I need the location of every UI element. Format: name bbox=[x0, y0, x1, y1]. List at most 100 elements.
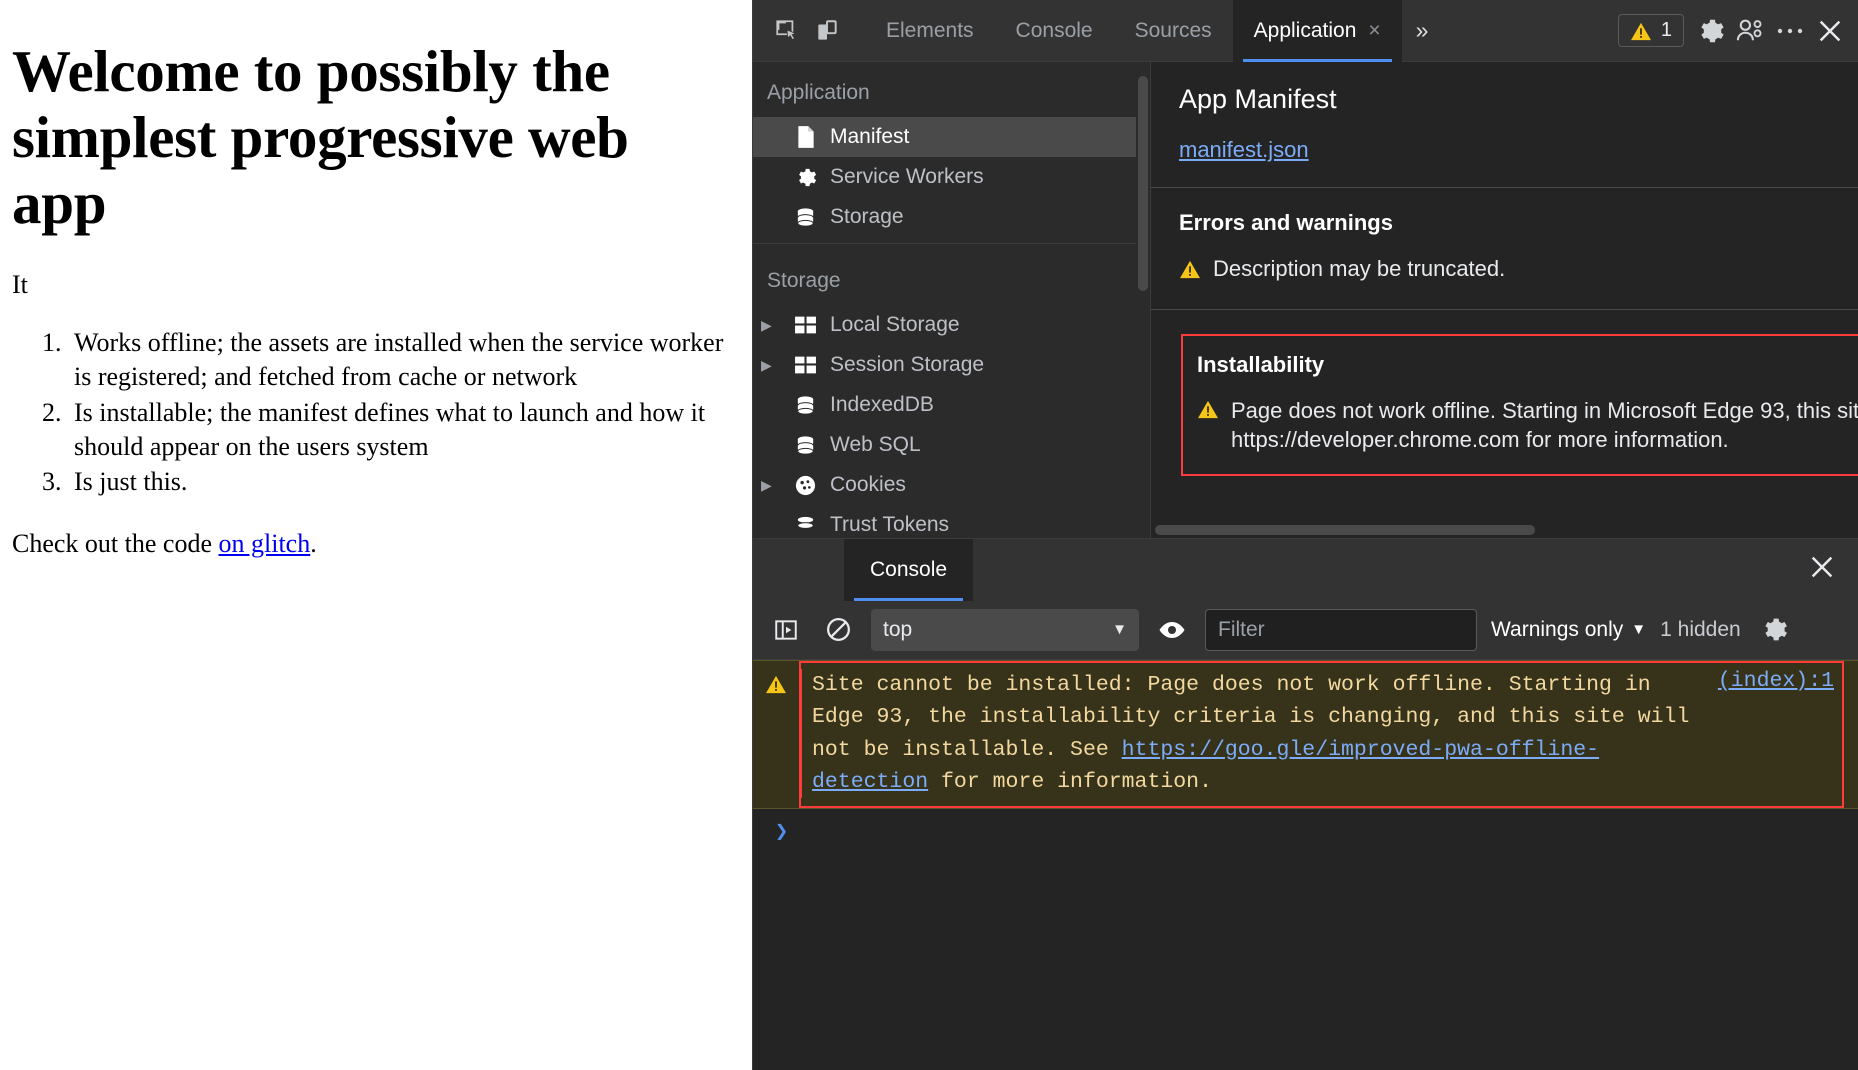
close-icon[interactable]: × bbox=[1368, 20, 1380, 41]
console-sidebar-icon[interactable] bbox=[767, 611, 805, 649]
drawer-tab-bar: more-tools-icon Console bbox=[753, 538, 1858, 600]
scrollbar-thumb[interactable] bbox=[1155, 525, 1535, 535]
clear-console-icon[interactable] bbox=[819, 611, 857, 649]
execution-context-select[interactable]: top ▼ bbox=[871, 609, 1139, 651]
sidebar-item-web-sql[interactable]: ▶ Web SQL bbox=[753, 425, 1150, 465]
execution-context-value: top bbox=[883, 618, 912, 642]
list-item: Is just this. bbox=[68, 465, 726, 499]
live-expression-icon[interactable] bbox=[1153, 611, 1191, 649]
console-prompt[interactable]: ❯ bbox=[753, 809, 1858, 855]
cookie-icon bbox=[793, 473, 818, 498]
console-level-value: Warnings only bbox=[1491, 618, 1623, 642]
console-output: Site cannot be installed: Page does not … bbox=[753, 660, 1858, 1070]
installability-heading: Installability bbox=[1197, 352, 1858, 378]
tab-label: Console bbox=[1016, 19, 1093, 43]
warning-icon bbox=[765, 674, 787, 694]
database-icon bbox=[793, 513, 818, 538]
error-text: Description may be truncated. bbox=[1213, 256, 1505, 282]
more-tabs-icon[interactable]: » bbox=[1402, 17, 1443, 44]
console-filter-bar: top ▼ Warnings only ▼ 1 hidden bbox=[753, 600, 1858, 660]
outro-suffix: . bbox=[310, 529, 317, 558]
prompt-caret-icon: ❯ bbox=[775, 819, 788, 845]
sidebar-item-session-storage[interactable]: ▶ Session Storage bbox=[753, 345, 1150, 385]
tab-console[interactable]: Console bbox=[995, 0, 1114, 62]
more-options-icon[interactable] bbox=[1770, 11, 1810, 51]
gear-icon[interactable] bbox=[1690, 11, 1730, 51]
sidebar-item-indexeddb[interactable]: ▶ IndexedDB bbox=[753, 385, 1150, 425]
installability-text: Page does not work offline. Starting in … bbox=[1231, 396, 1858, 454]
user-settings-icon[interactable] bbox=[1730, 11, 1770, 51]
gear-icon bbox=[793, 165, 818, 190]
warning-icon bbox=[1197, 399, 1219, 425]
chevron-right-icon[interactable]: ▶ bbox=[761, 357, 777, 374]
drawer-tab-label: Console bbox=[870, 558, 947, 582]
chevron-right-icon[interactable]: ▶ bbox=[761, 477, 777, 494]
glitch-link[interactable]: on glitch bbox=[219, 529, 311, 558]
sidebar-section-storage: Storage ▶ Local Storage ▶ Session Storag… bbox=[753, 250, 1150, 538]
errors-heading: Errors and warnings bbox=[1179, 210, 1830, 236]
page-outro: Check out the code on glitch. bbox=[12, 529, 726, 559]
outro-prefix: Check out the code bbox=[12, 529, 219, 558]
devtools-panel: Elements Console Sources Application × »… bbox=[752, 0, 1858, 1070]
page-lead-text: It bbox=[12, 270, 726, 300]
warning-icon bbox=[1179, 259, 1201, 285]
tab-elements[interactable]: Elements bbox=[865, 0, 995, 62]
sidebar-item-label: Web SQL bbox=[830, 433, 921, 457]
scrollbar-thumb[interactable] bbox=[1138, 76, 1148, 291]
installability-section: Installability Page does not work offlin… bbox=[1151, 310, 1858, 476]
sidebar-item-manifest[interactable]: \u25b6 Manifest bbox=[753, 117, 1150, 157]
sidebar-item-storage[interactable]: \u25b6 Storage bbox=[753, 197, 1150, 237]
installability-box: Installability Page does not work offlin… bbox=[1181, 334, 1858, 476]
device-toolbar-icon[interactable] bbox=[807, 11, 847, 51]
tab-sources[interactable]: Sources bbox=[1114, 0, 1233, 62]
manifest-title: App Manifest bbox=[1179, 84, 1830, 115]
screenshot-root: Welcome to possibly the simplest progres… bbox=[0, 0, 1858, 1070]
close-icon[interactable] bbox=[1810, 11, 1850, 51]
manifest-header-section: App Manifest manifest.json bbox=[1151, 62, 1858, 187]
console-filter-input[interactable] bbox=[1205, 609, 1477, 651]
console-message-source[interactable]: (index):1 bbox=[1718, 669, 1858, 693]
database-icon bbox=[793, 433, 818, 458]
warning-count-badge[interactable]: 1 bbox=[1618, 14, 1684, 47]
content-horizontal-scrollbar[interactable] bbox=[1151, 522, 1858, 538]
console-settings-icon[interactable] bbox=[1755, 611, 1793, 649]
sidebar-item-trust-tokens[interactable]: ▶ Trust Tokens bbox=[753, 505, 1150, 538]
console-message-warning[interactable]: Site cannot be installed: Page does not … bbox=[753, 660, 1858, 809]
application-panel: Application \u25b6 Manifest \u25b6 Servi… bbox=[753, 62, 1858, 538]
sidebar-item-cookies[interactable]: ▶ Cookies bbox=[753, 465, 1150, 505]
chevron-right-icon[interactable]: ▶ bbox=[761, 317, 777, 334]
table-icon bbox=[793, 313, 818, 338]
console-level-select[interactable]: Warnings only ▼ bbox=[1491, 618, 1646, 642]
table-icon bbox=[793, 353, 818, 378]
devtools-tab-list: Elements Console Sources Application × bbox=[865, 0, 1402, 62]
sidebar-scrollbar[interactable] bbox=[1136, 76, 1150, 291]
warning-count: 1 bbox=[1661, 19, 1672, 42]
close-icon[interactable] bbox=[1786, 553, 1858, 586]
message-part-after: for more information. bbox=[928, 770, 1212, 794]
tab-label: Sources bbox=[1135, 19, 1212, 43]
sidebar-item-label: Cookies bbox=[830, 473, 906, 497]
tab-label: Application bbox=[1254, 19, 1357, 43]
sidebar-section-title: Storage bbox=[753, 250, 1150, 305]
manifest-content: App Manifest manifest.json Errors and wa… bbox=[1151, 62, 1858, 538]
page-heading: Welcome to possibly the simplest progres… bbox=[12, 38, 726, 236]
list-item: Is installable; the manifest defines wha… bbox=[68, 396, 726, 464]
console-message-text: Site cannot be installed: Page does not … bbox=[802, 669, 1718, 798]
sidebar-item-local-storage[interactable]: ▶ Local Storage bbox=[753, 305, 1150, 345]
tab-label: Elements bbox=[886, 19, 974, 43]
manifest-json-link[interactable]: manifest.json bbox=[1179, 137, 1309, 163]
database-icon bbox=[793, 393, 818, 418]
inspect-element-icon[interactable] bbox=[767, 11, 807, 51]
sidebar-item-label: Service Workers bbox=[830, 165, 984, 189]
sidebar-divider bbox=[753, 243, 1150, 244]
database-icon bbox=[793, 205, 818, 230]
sidebar-item-label: IndexedDB bbox=[830, 393, 934, 417]
error-item: Description may be truncated. bbox=[1179, 256, 1830, 285]
hidden-messages-count: 1 hidden bbox=[1660, 618, 1741, 642]
sidebar-item-label: Manifest bbox=[830, 125, 909, 149]
sidebar-item-service-workers[interactable]: \u25b6 Service Workers bbox=[753, 157, 1150, 197]
drawer-tab-console[interactable]: Console bbox=[844, 539, 973, 601]
message-gutter bbox=[753, 669, 799, 694]
sidebar-item-label: Trust Tokens bbox=[830, 513, 949, 537]
tab-application[interactable]: Application × bbox=[1233, 0, 1402, 62]
